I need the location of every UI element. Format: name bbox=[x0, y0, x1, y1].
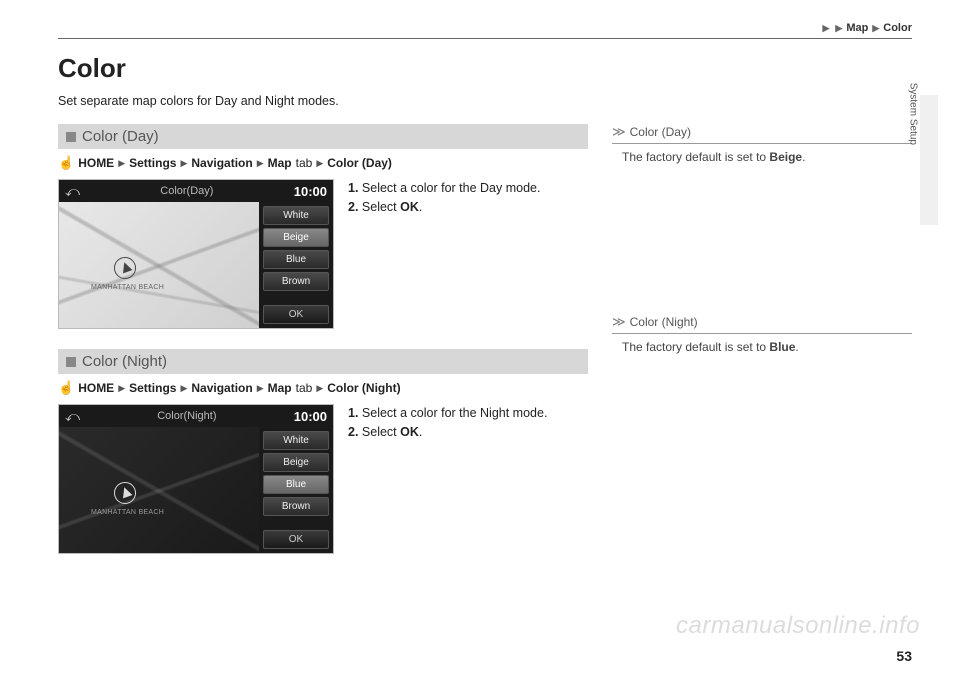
triangle-icon: ▶ bbox=[180, 158, 187, 169]
path-settings: Settings bbox=[129, 156, 176, 170]
path-navigation: Navigation bbox=[191, 381, 252, 395]
map-preview-day: MANHATTAN BEACH bbox=[59, 202, 259, 328]
link-icon: ≫ bbox=[612, 124, 626, 140]
screen-title: Color(Night) bbox=[157, 410, 216, 422]
step-num: 2. bbox=[348, 425, 358, 439]
aside-day: ≫ Color (Day) The factory default is set… bbox=[612, 124, 912, 164]
step-text: . bbox=[419, 425, 422, 439]
aside-day-body: The factory default is set to Beige. bbox=[612, 150, 912, 164]
screen-title: Color(Day) bbox=[160, 185, 213, 197]
step-text: . bbox=[419, 200, 422, 214]
aside-night-title: Color (Night) bbox=[630, 315, 698, 329]
vehicle-cursor-icon bbox=[114, 257, 136, 279]
back-icon[interactable]: ⤺ bbox=[65, 408, 80, 425]
breadcrumb-map: Map bbox=[846, 22, 868, 34]
hand-icon: ☝ bbox=[58, 155, 74, 171]
nav-path-night: ☝ HOME ▶ Settings ▶ Navigation ▶ Map tab… bbox=[58, 380, 588, 396]
opt-beige[interactable]: Beige bbox=[263, 453, 329, 472]
aside-night: ≫ Color (Night) The factory default is s… bbox=[612, 314, 912, 354]
map-label: MANHATTAN BEACH bbox=[91, 509, 164, 516]
step-num: 2. bbox=[348, 200, 358, 214]
clock: 10:00 bbox=[294, 184, 327, 199]
nav-path-day: ☝ HOME ▶ Settings ▶ Navigation ▶ Map tab… bbox=[58, 155, 588, 171]
page-number: 53 bbox=[896, 648, 912, 664]
square-bullet-icon bbox=[66, 357, 76, 367]
divider bbox=[58, 38, 912, 39]
opt-brown[interactable]: Brown bbox=[263, 272, 329, 291]
aside-column: ≫ Color (Day) The factory default is set… bbox=[612, 124, 912, 574]
step-text: Select bbox=[358, 425, 400, 439]
path-map: Map bbox=[268, 381, 292, 395]
step-num: 1. bbox=[348, 181, 358, 195]
back-icon[interactable]: ⤺ bbox=[65, 183, 80, 200]
screenshot-day: ⤺ Color(Day) 10:00 MANHATTAN BEACH White… bbox=[58, 179, 334, 329]
opt-white[interactable]: White bbox=[263, 431, 329, 450]
triangle-icon: ▶ bbox=[872, 23, 879, 34]
steps-night: 1. Select a color for the Night mode. 2.… bbox=[348, 404, 547, 442]
triangle-icon: ▶ bbox=[118, 158, 125, 169]
path-home: HOME bbox=[78, 156, 114, 170]
page-title: Color bbox=[58, 53, 912, 84]
path-map: Map bbox=[268, 156, 292, 170]
triangle-icon: ▶ bbox=[257, 383, 264, 394]
square-bullet-icon bbox=[66, 132, 76, 142]
opt-white[interactable]: White bbox=[263, 206, 329, 225]
path-home: HOME bbox=[78, 381, 114, 395]
vehicle-cursor-icon bbox=[114, 482, 136, 504]
breadcrumb-color: Color bbox=[883, 22, 912, 34]
opt-blue[interactable]: Blue bbox=[263, 475, 329, 494]
side-tab bbox=[920, 95, 938, 225]
opt-brown[interactable]: Brown bbox=[263, 497, 329, 516]
path-colornight: Color (Night) bbox=[327, 381, 400, 395]
path-navigation: Navigation bbox=[191, 156, 252, 170]
side-tab-label: System Setup bbox=[907, 83, 918, 145]
aside-night-body: The factory default is set to Blue. bbox=[612, 340, 912, 354]
step-text: Select a color for the Night mode. bbox=[358, 406, 547, 420]
step-text: Select bbox=[358, 200, 400, 214]
hand-icon: ☝ bbox=[58, 380, 74, 396]
step-ok: OK bbox=[400, 200, 419, 214]
path-tab: tab bbox=[296, 156, 313, 170]
main-column: Color (Day) ☝ HOME ▶ Settings ▶ Navigati… bbox=[58, 124, 588, 574]
ok-button[interactable]: OK bbox=[263, 305, 329, 324]
step-text: Select a color for the Day mode. bbox=[358, 181, 540, 195]
link-icon: ≫ bbox=[612, 314, 626, 330]
section-bar-night-label: Color (Night) bbox=[82, 353, 167, 370]
step-num: 1. bbox=[348, 406, 358, 420]
triangle-icon: ▶ bbox=[316, 158, 323, 169]
map-preview-night: MANHATTAN BEACH bbox=[59, 427, 259, 553]
section-bar-day: Color (Day) bbox=[58, 124, 588, 149]
color-menu-night: White Beige Blue Brown OK bbox=[259, 427, 333, 553]
screenshot-header: ⤺ Color(Day) 10:00 bbox=[59, 180, 333, 202]
opt-beige[interactable]: Beige bbox=[263, 228, 329, 247]
path-colorday: Color (Day) bbox=[327, 156, 392, 170]
opt-blue[interactable]: Blue bbox=[263, 250, 329, 269]
intro-text: Set separate map colors for Day and Nigh… bbox=[58, 94, 912, 108]
map-label: MANHATTAN BEACH bbox=[91, 284, 164, 291]
clock: 10:00 bbox=[294, 409, 327, 424]
triangle-icon: ▶ bbox=[257, 158, 264, 169]
triangle-icon: ▶ bbox=[316, 383, 323, 394]
section-bar-day-label: Color (Day) bbox=[82, 128, 159, 145]
step-ok: OK bbox=[400, 425, 419, 439]
aside-day-head: ≫ Color (Day) bbox=[612, 124, 912, 144]
path-tab: tab bbox=[296, 381, 313, 395]
screenshot-header: ⤺ Color(Night) 10:00 bbox=[59, 405, 333, 427]
triangle-icon: ▶ bbox=[180, 383, 187, 394]
aside-day-title: Color (Day) bbox=[630, 125, 691, 139]
triangle-icon: ▶ bbox=[835, 23, 842, 34]
watermark: carmanualsonline.info bbox=[676, 612, 920, 640]
path-settings: Settings bbox=[129, 381, 176, 395]
ok-button[interactable]: OK bbox=[263, 530, 329, 549]
triangle-icon: ▶ bbox=[118, 383, 125, 394]
color-menu-day: White Beige Blue Brown OK bbox=[259, 202, 333, 328]
breadcrumb-top: ▶ ▶ Map ▶ Color bbox=[58, 22, 912, 34]
section-bar-night: Color (Night) bbox=[58, 349, 588, 374]
triangle-icon: ▶ bbox=[823, 23, 830, 34]
screenshot-night: ⤺ Color(Night) 10:00 MANHATTAN BEACH Whi… bbox=[58, 404, 334, 554]
aside-night-head: ≫ Color (Night) bbox=[612, 314, 912, 334]
steps-day: 1. Select a color for the Day mode. 2. S… bbox=[348, 179, 540, 217]
